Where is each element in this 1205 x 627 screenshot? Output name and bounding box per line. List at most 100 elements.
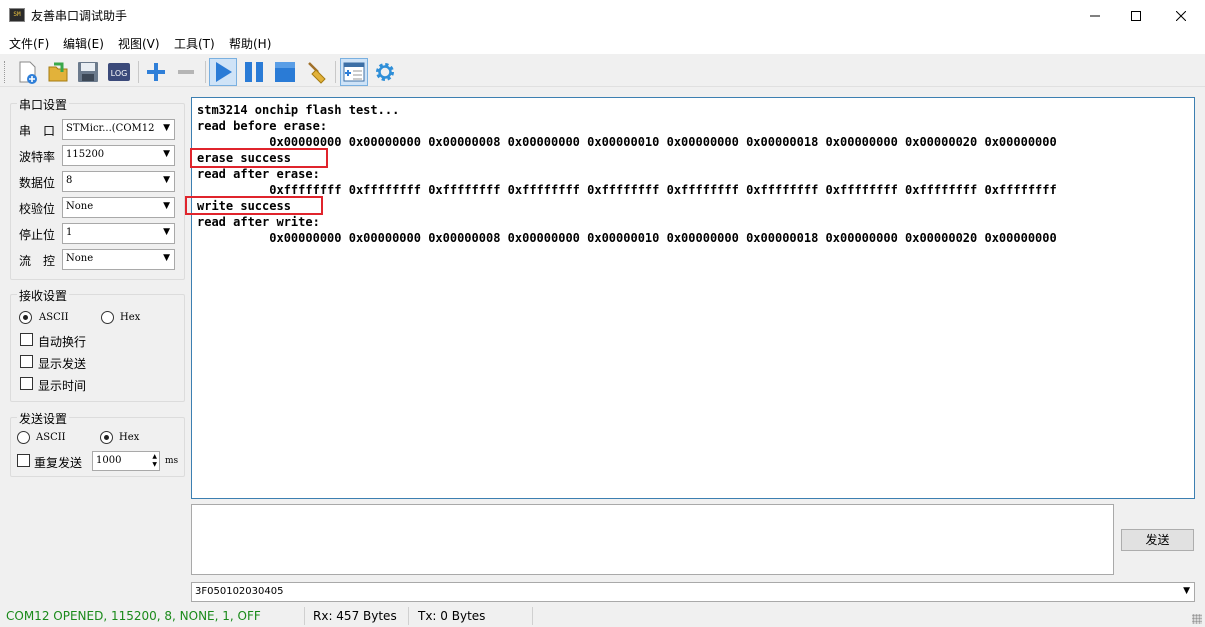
port-label: 串 口 xyxy=(19,124,56,138)
command-history-combo[interactable]: 3F050102030405 ▼ xyxy=(191,582,1195,602)
flow-label: 流 控 xyxy=(19,254,56,268)
receive-ascii-label: ASCII xyxy=(39,312,69,323)
receive-line: read before erase: xyxy=(197,119,328,133)
maximize-button[interactable] xyxy=(1113,0,1158,31)
show-time-checkbox[interactable] xyxy=(20,377,33,390)
interval-spinbox[interactable]: 1000 ▲ ▼ xyxy=(92,451,160,471)
chevron-down-icon: ▼ xyxy=(163,149,170,159)
menu-file[interactable]: 文件(F) xyxy=(9,35,49,52)
save-button[interactable] xyxy=(74,58,102,86)
play-icon xyxy=(216,62,232,82)
gear-icon xyxy=(376,63,394,81)
parity-label: 校验位 xyxy=(19,202,56,216)
show-send-label: 显示发送 xyxy=(38,357,87,371)
add-icon xyxy=(147,63,165,81)
chevron-down-icon: ▼ xyxy=(163,201,170,211)
receive-text-area[interactable]: stm3214 onchip flash test... read before… xyxy=(185,97,1195,499)
menu-edit[interactable]: 编辑(E) xyxy=(63,35,104,52)
auto-wrap-label: 自动换行 xyxy=(38,335,87,349)
new-file-button[interactable] xyxy=(13,58,41,86)
receive-settings-group: 接收设置 xyxy=(10,287,185,402)
parity-select[interactable]: None ▼ xyxy=(62,197,175,218)
stopbits-label: 停止位 xyxy=(19,228,56,242)
stop-icon xyxy=(275,62,295,82)
highlight-write-success xyxy=(185,196,323,215)
settings-button[interactable] xyxy=(371,58,399,86)
send-settings-title: 发送设置 xyxy=(17,410,70,427)
clear-button[interactable] xyxy=(303,58,331,86)
receive-line: 0x00000000 0x00000000 0x00000008 0x00000… xyxy=(197,231,1057,245)
open-button[interactable] xyxy=(44,58,72,86)
stopbits-select[interactable]: 1 ▼ xyxy=(62,223,175,244)
receive-line: stm3214 onchip flash test... xyxy=(197,103,400,117)
databits-label: 数据位 xyxy=(19,176,56,190)
send-ascii-label: ASCII xyxy=(36,432,66,443)
send-ascii-radio[interactable] xyxy=(17,431,30,444)
open-folder-icon xyxy=(48,62,68,82)
minimize-icon xyxy=(1089,15,1100,16)
databits-select[interactable]: 8 ▼ xyxy=(62,171,175,192)
maximize-icon xyxy=(1130,10,1141,21)
spin-arrows-icon[interactable]: ▲ ▼ xyxy=(152,453,157,469)
save-icon xyxy=(78,62,98,82)
tx-count: Tx: 0 Bytes xyxy=(418,609,486,623)
stop-button[interactable] xyxy=(271,58,299,86)
log-button[interactable]: LOG xyxy=(105,58,133,86)
highlight-erase-success xyxy=(190,148,328,168)
port-select[interactable]: STMicr...(COM12 ▼ xyxy=(62,119,175,140)
repeat-send-checkbox[interactable] xyxy=(17,454,30,467)
baud-label: 波特率 xyxy=(19,150,56,164)
new-file-icon xyxy=(19,61,37,84)
chevron-down-icon: ▼ xyxy=(1183,586,1190,596)
serial-settings-title: 串口设置 xyxy=(17,96,70,113)
minimize-button[interactable] xyxy=(1072,0,1117,31)
menu-help[interactable]: 帮助(H) xyxy=(229,35,271,52)
flow-select[interactable]: None ▼ xyxy=(62,249,175,270)
receive-line: read after write: xyxy=(197,215,320,229)
send-hex-radio[interactable] xyxy=(100,431,113,444)
toolbar-grip xyxy=(4,61,7,83)
rx-count: Rx: 457 Bytes xyxy=(313,609,397,623)
menu-bar: 文件(F) 编辑(E) 视图(V) 工具(T) 帮助(H) xyxy=(0,31,1205,54)
receive-line: read after erase: xyxy=(197,167,320,181)
receive-line: 0xffffffff 0xffffffff 0xffffffff 0xfffff… xyxy=(197,183,1057,197)
receive-settings-title: 接收设置 xyxy=(17,287,70,304)
chevron-down-icon: ▼ xyxy=(163,123,170,133)
send-text-area[interactable] xyxy=(191,504,1114,575)
window-title: 友善串口调试助手 xyxy=(31,9,128,23)
chevron-down-icon: ▼ xyxy=(163,227,170,237)
auto-wrap-checkbox[interactable] xyxy=(20,333,33,346)
toolbar: LOG xyxy=(0,55,1205,87)
status-bar: COM12 OPENED, 115200, 8, NONE, 1, OFF Rx… xyxy=(0,605,1205,627)
layout-button[interactable] xyxy=(340,58,368,86)
show-send-checkbox[interactable] xyxy=(20,355,33,368)
pause-button[interactable] xyxy=(240,58,268,86)
receive-hex-radio[interactable] xyxy=(101,311,114,324)
receive-hex-label: Hex xyxy=(120,312,141,323)
close-icon xyxy=(1175,10,1186,21)
add-button[interactable] xyxy=(142,58,170,86)
port-status: COM12 OPENED, 115200, 8, NONE, 1, OFF xyxy=(6,609,261,623)
start-button[interactable] xyxy=(209,58,237,86)
log-icon: LOG xyxy=(108,63,130,81)
show-time-label: 显示时间 xyxy=(38,379,87,393)
menu-tools[interactable]: 工具(T) xyxy=(174,35,215,52)
close-button[interactable] xyxy=(1158,0,1203,31)
send-button[interactable]: 发送 xyxy=(1121,529,1194,551)
menu-view[interactable]: 视图(V) xyxy=(118,35,160,52)
remove-icon xyxy=(178,70,194,74)
title-bar: SM 友善串口调试助手 xyxy=(0,0,1205,31)
svg-text:LOG: LOG xyxy=(111,69,128,78)
resize-grip-icon[interactable] xyxy=(1192,614,1202,624)
remove-button[interactable] xyxy=(172,58,200,86)
window-layout-icon xyxy=(343,62,365,82)
app-icon: SM xyxy=(9,8,25,22)
chevron-down-icon: ▼ xyxy=(163,175,170,185)
repeat-send-label: 重复发送 xyxy=(34,456,83,470)
chevron-down-icon: ▼ xyxy=(163,253,170,263)
receive-ascii-radio[interactable] xyxy=(19,311,32,324)
interval-unit: ms xyxy=(165,456,179,466)
clear-broom-icon xyxy=(308,62,326,84)
receive-line: 0x00000000 0x00000000 0x00000008 0x00000… xyxy=(197,135,1057,149)
baud-select[interactable]: 115200 ▼ xyxy=(62,145,175,166)
